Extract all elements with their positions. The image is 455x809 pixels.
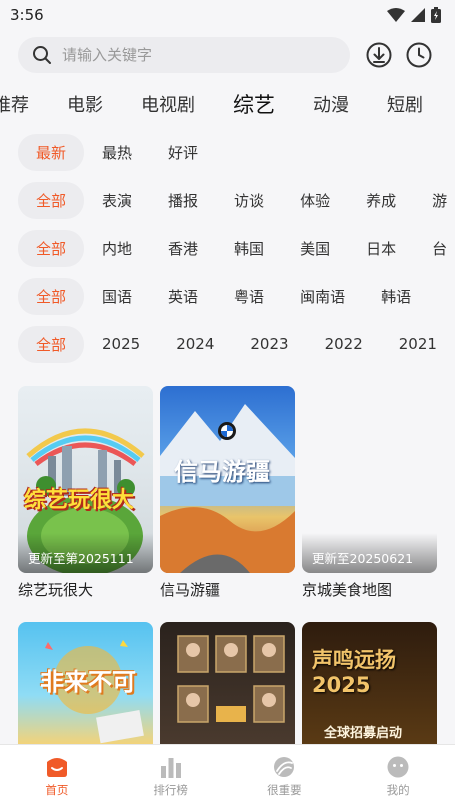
- poster-art: [177, 635, 285, 723]
- nav-ranking-label: 排行榜: [153, 783, 188, 797]
- nav-important-label: 很重要: [267, 783, 302, 797]
- download-icon[interactable]: [366, 42, 392, 68]
- show-card[interactable]: 信马游疆 信马游疆: [160, 386, 295, 600]
- filter-region-item[interactable]: 日本: [366, 238, 396, 259]
- tab-tv-series[interactable]: 电视剧: [141, 91, 195, 117]
- filter-sort: 最新 最热 好评: [0, 128, 455, 176]
- top-icons: [366, 42, 432, 68]
- search-input[interactable]: [62, 46, 302, 64]
- important-icon: [274, 757, 295, 777]
- filter-sort-latest[interactable]: 最新: [18, 133, 85, 171]
- filter-sort-hot[interactable]: 最热: [102, 142, 132, 163]
- filter-year-item[interactable]: 2021: [399, 335, 437, 353]
- filter-genre-item[interactable]: 游: [432, 190, 447, 211]
- filter-year-item[interactable]: 2022: [325, 335, 363, 353]
- filter-region-item[interactable]: 台: [432, 238, 447, 259]
- status-time: 3:56: [10, 6, 44, 24]
- update-badge: 更新至第2025111: [28, 551, 134, 566]
- poster-image[interactable]: 更新至20250621: [302, 386, 437, 573]
- filter-year-item[interactable]: 2024: [176, 335, 214, 353]
- nav-home[interactable]: 首页: [0, 745, 114, 809]
- filter-language-item[interactable]: 英语: [168, 286, 198, 307]
- filter-language-item[interactable]: 粤语: [234, 286, 264, 307]
- filter-region-item[interactable]: 内地: [102, 238, 132, 259]
- filter-region-item[interactable]: 韩国: [234, 238, 264, 259]
- poster-image[interactable]: 综艺玩很大 更新至第2025111: [18, 386, 153, 573]
- filter-year-all[interactable]: 全部: [18, 325, 85, 363]
- show-card[interactable]: 更新至20250621 京城美食地图: [302, 386, 437, 600]
- tab-movie[interactable]: 电影: [67, 91, 103, 117]
- poster-title-art: 信马游疆: [174, 458, 270, 486]
- ranking-icon: [160, 758, 181, 778]
- filter-region-item[interactable]: 美国: [300, 238, 330, 259]
- poster-image[interactable]: [160, 622, 295, 744]
- filter-year-item[interactable]: 2023: [250, 335, 288, 353]
- filter-genre-all[interactable]: 全部: [18, 181, 85, 219]
- bottom-nav: 首页 排行榜 很重要 我的: [0, 744, 455, 809]
- filter-genre-item[interactable]: 播报: [168, 190, 198, 211]
- tab-variety[interactable]: 综艺: [233, 89, 275, 119]
- nav-profile-label: 我的: [386, 783, 410, 797]
- tab-recommend[interactable]: 推荐: [0, 91, 29, 117]
- nav-important[interactable]: 很重要: [228, 745, 342, 809]
- filter-genre-item[interactable]: 养成: [366, 190, 396, 211]
- history-icon[interactable]: [406, 42, 432, 68]
- home-icon: [46, 758, 67, 777]
- profile-icon: [387, 756, 409, 778]
- filter-year: 全部 2025 2024 2023 2022 2021: [0, 320, 455, 368]
- nav-profile[interactable]: 我的: [341, 745, 455, 809]
- category-tabs: 推荐 电影 电视剧 综艺 动漫 短剧: [0, 80, 448, 128]
- filter-region: 全部 内地 香港 韩国 美国 日本 台: [0, 224, 455, 272]
- search-box[interactable]: [18, 37, 350, 73]
- show-card[interactable]: 非来不可: [18, 622, 153, 750]
- show-title[interactable]: 信马游疆: [160, 579, 295, 600]
- filter-sort-rated[interactable]: 好评: [168, 142, 198, 163]
- tab-anime[interactable]: 动漫: [313, 91, 349, 117]
- update-badge: 更新至20250621: [312, 551, 414, 566]
- filter-genre-item[interactable]: 表演: [102, 190, 132, 211]
- show-card[interactable]: 综艺玩很大 更新至第2025111 综艺玩很大: [18, 386, 153, 600]
- filter-genre-item[interactable]: 访谈: [234, 190, 264, 211]
- filter-year-item[interactable]: 2025: [102, 335, 140, 353]
- status-icons: [387, 7, 441, 23]
- filter-language-item[interactable]: 国语: [102, 286, 132, 307]
- poster-subtitle: 全球招募启动: [324, 726, 403, 741]
- status-bar: 3:56: [0, 0, 455, 30]
- poster-title-art: 综艺玩很大: [24, 488, 135, 513]
- filter-region-all[interactable]: 全部: [18, 229, 85, 267]
- search-row: [0, 30, 455, 80]
- signal-icon: [411, 8, 425, 22]
- filter-region-item[interactable]: 香港: [168, 238, 198, 259]
- search-icon: [33, 46, 51, 64]
- show-title[interactable]: 京城美食地图: [302, 579, 437, 600]
- show-card[interactable]: 声鸣远扬 2025 全球招募启动: [302, 622, 437, 750]
- poster-title-art: 声鸣远扬 2025: [312, 648, 396, 698]
- wifi-icon: [387, 8, 405, 22]
- nav-home-label: 首页: [45, 783, 69, 797]
- filter-language: 全部 国语 英语 粤语 闽南语 韩语: [0, 272, 455, 320]
- tab-short-drama[interactable]: 短剧: [387, 91, 423, 117]
- battery-icon: [431, 7, 441, 23]
- poster-image[interactable]: 非来不可: [18, 622, 153, 744]
- filter-language-all[interactable]: 全部: [18, 277, 85, 315]
- poster-title-art: 非来不可: [40, 668, 136, 696]
- filter-genre-item[interactable]: 体验: [300, 190, 330, 211]
- poster-image[interactable]: 声鸣远扬 2025 全球招募启动: [302, 622, 437, 744]
- filter-language-item[interactable]: 韩语: [381, 286, 411, 307]
- filter-genre: 全部 表演 播报 访谈 体验 养成 游: [0, 176, 455, 224]
- nav-ranking[interactable]: 排行榜: [114, 745, 228, 809]
- filter-language-item[interactable]: 闽南语: [300, 286, 345, 307]
- poster-image[interactable]: 信马游疆: [160, 386, 295, 573]
- show-card[interactable]: [160, 622, 295, 750]
- show-title[interactable]: 综艺玩很大: [18, 579, 153, 600]
